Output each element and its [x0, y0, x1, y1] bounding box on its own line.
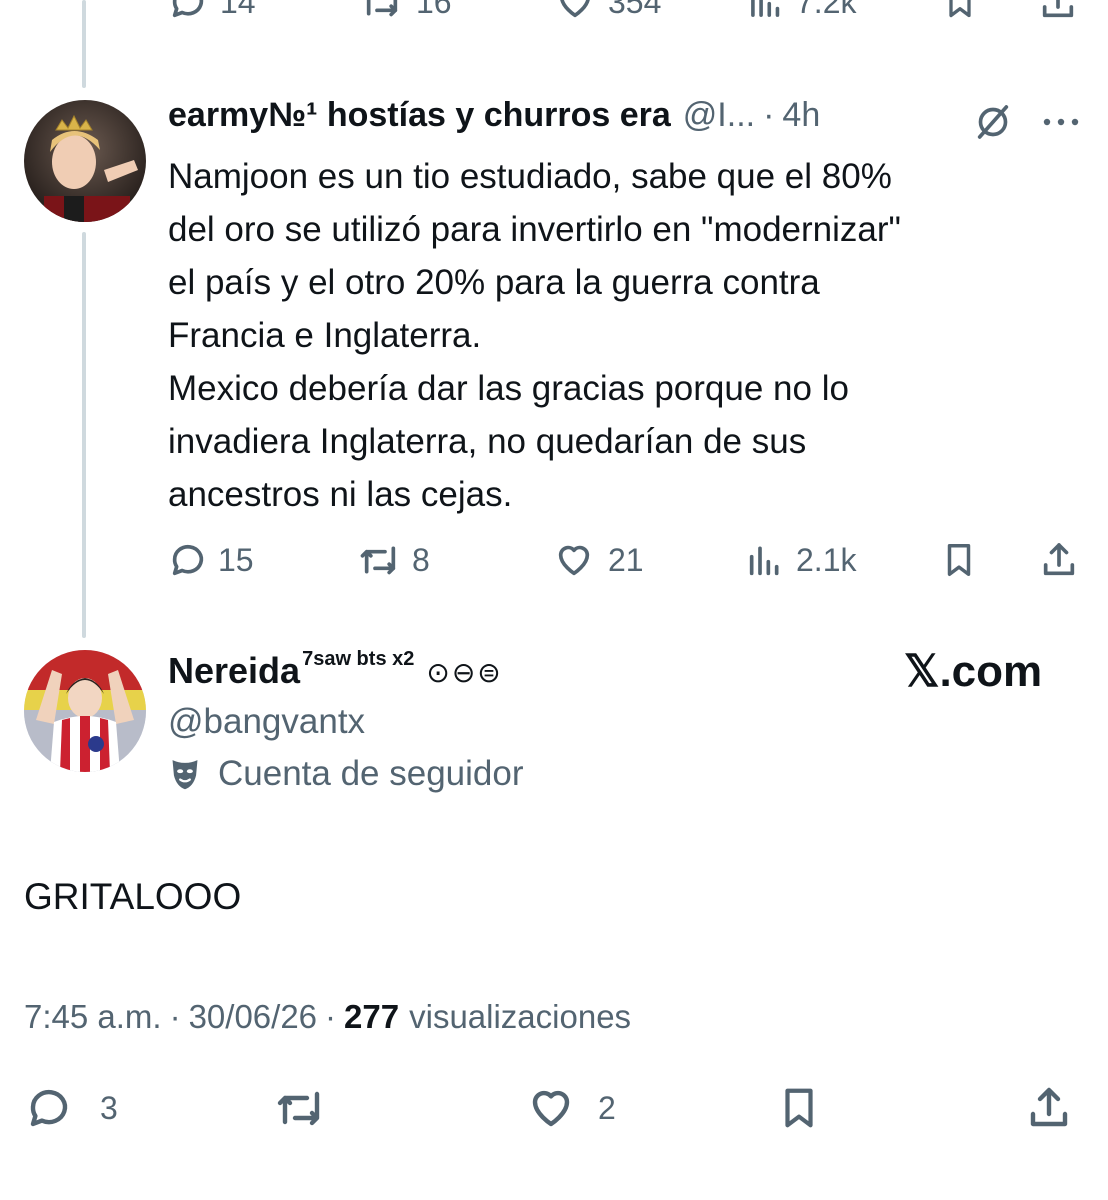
reply-separator: ·	[763, 96, 775, 134]
prev-reply-button[interactable]: 14	[168, 0, 256, 22]
repost-count: 8	[412, 541, 430, 578]
reply-tweet-body: Namjoon es un tio estudiado, sabe que el…	[168, 150, 1068, 521]
views-icon	[749, 546, 779, 576]
reply-display-name[interactable]: earmy№¹ hostías y churros era	[168, 96, 671, 135]
account-label: Cuenta de seguidor	[218, 754, 524, 793]
grok-icon[interactable]	[972, 102, 1014, 147]
name-emoji: ⊙⊖⊜	[426, 657, 503, 688]
main-display-name[interactable]: Nereida	[168, 650, 300, 692]
reply-handle[interactable]: @I...	[683, 96, 755, 135]
prev-like-button[interactable]: 354	[554, 0, 661, 22]
meta-separator: ·	[169, 998, 181, 1035]
repost-icon	[277, 1091, 320, 1126]
meta-separator: ·	[325, 998, 337, 1035]
bookmark-icon	[785, 1088, 813, 1128]
share-icon	[1043, 543, 1075, 576]
views-count: 277	[344, 998, 400, 1035]
prev-tweet-actions: 14 16 354 7.2k	[0, 0, 1108, 26]
masks-icon	[168, 756, 204, 792]
like-count: 21	[608, 541, 644, 578]
reply-time[interactable]: 4h	[782, 96, 820, 135]
bookmark-button[interactable]	[940, 540, 978, 580]
body-line: el país y el otro 20% para la guerra con…	[168, 263, 820, 302]
reply-icon	[172, 0, 204, 18]
prev-bookmark-button[interactable]	[942, 0, 978, 22]
main-tweet-actions: 3 2	[0, 1082, 1108, 1134]
share-icon	[1030, 1087, 1068, 1127]
body-line: del oro se utilizó para invertirlo en "m…	[168, 210, 901, 249]
prev-views-count: 7.2k	[796, 0, 857, 20]
views-count: 2.1k	[796, 541, 857, 578]
body-line: Mexico debería dar las gracias porque no…	[168, 369, 849, 408]
share-icon	[1042, 0, 1074, 18]
tweet-meta: 7:45 a.m. · 30/06/26 · 277 visualizacion…	[24, 998, 631, 1036]
like-button[interactable]: 21	[552, 540, 644, 580]
avatar[interactable]	[24, 100, 146, 222]
body-line: invadiera Inglaterra, no quedarían de su…	[168, 422, 807, 461]
body-line: Francia e Inglaterra.	[168, 316, 482, 355]
prev-share-button[interactable]	[1038, 0, 1078, 22]
views-label: visualizaciones	[409, 998, 632, 1035]
account-label-row: Cuenta de seguidor	[168, 754, 524, 794]
reply-icon	[172, 544, 204, 576]
name-superscript: 7saw bts x2	[302, 648, 415, 670]
like-button[interactable]: 2	[524, 1084, 616, 1132]
tweet-date[interactable]: 30/06/26	[189, 998, 317, 1036]
share-button[interactable]	[1038, 540, 1080, 580]
body-line: Namjoon es un tio estudiado, sabe que el…	[168, 157, 892, 196]
more-options-icon[interactable]	[1042, 114, 1082, 132]
bookmark-icon	[947, 544, 971, 576]
heart-icon	[560, 0, 590, 18]
reply-button[interactable]: 3	[24, 1084, 118, 1132]
prev-like-count: 354	[608, 0, 662, 20]
watermark-logo: 𝕏.com	[904, 647, 1043, 696]
tweet-time[interactable]: 7:45 a.m.	[24, 998, 162, 1036]
bookmark-icon	[949, 0, 971, 18]
main-tweet-header: Nereida 7saw bts x2 ⊙⊖⊜	[168, 644, 503, 694]
repost-icon	[360, 546, 396, 575]
repost-button[interactable]: 8	[356, 540, 430, 580]
heart-icon	[558, 545, 590, 576]
reply-tweet-header: earmy№¹ hostías y churros era @I... · 4h	[168, 96, 1028, 142]
repost-button[interactable]	[272, 1084, 330, 1132]
reply-icon	[30, 1089, 68, 1127]
bookmark-button[interactable]	[776, 1084, 822, 1132]
prev-repost-button[interactable]: 16	[360, 0, 452, 22]
prev-views-button[interactable]: 7.2k	[748, 0, 856, 22]
views-button[interactable]: 2.1k	[746, 540, 856, 580]
reply-tweet-actions: 15 8 21 2.1k	[0, 538, 1108, 588]
reply-button[interactable]: 15	[168, 540, 254, 580]
share-button[interactable]	[1024, 1084, 1074, 1132]
views-icon	[751, 0, 780, 17]
like-count: 2	[598, 1089, 616, 1126]
main-handle[interactable]: @bangvantx	[168, 702, 365, 742]
avatar[interactable]	[24, 650, 146, 772]
body-line: ancestros ni las cejas.	[168, 475, 513, 514]
prev-repost-count: 16	[416, 0, 452, 20]
prev-reply-count: 14	[220, 0, 256, 20]
heart-icon	[532, 1090, 570, 1127]
main-tweet-body: GRITALOOO	[24, 876, 242, 917]
repost-icon	[366, 0, 398, 17]
reply-count: 15	[218, 541, 254, 578]
reply-count: 3	[100, 1089, 118, 1126]
